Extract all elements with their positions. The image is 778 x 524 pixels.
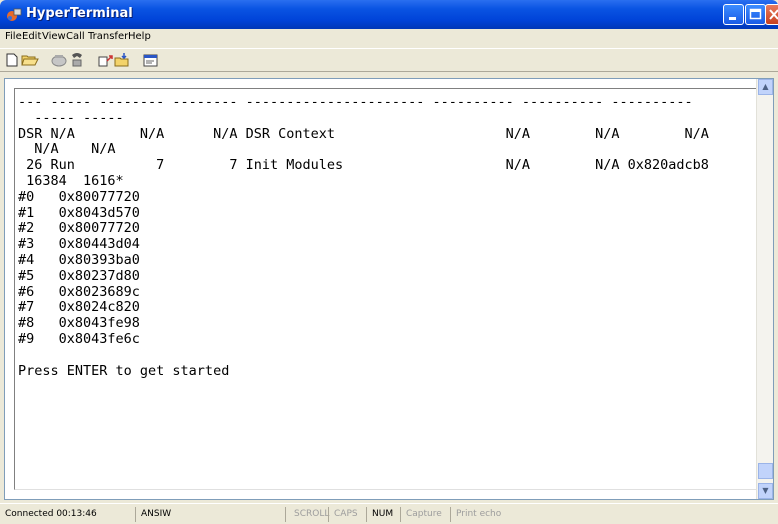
menu-bar: File Edit View Call Transfer Help (0, 29, 778, 47)
terminal-line: 16384 1616* (18, 172, 124, 189)
send-icon[interactable] (96, 52, 114, 68)
close-button[interactable] (765, 4, 778, 25)
menu-file[interactable]: File (5, 31, 22, 42)
toolbar (0, 48, 778, 72)
status-bar: Connected 00:13:46 ANSIW SCROLL CAPS NUM… (0, 503, 778, 524)
terminal-line: #0 0x80077720 (18, 188, 140, 205)
terminal-line: N/A N/A (18, 141, 116, 158)
terminal-line: #5 0x80237d80 (18, 267, 140, 284)
disconnect-icon[interactable] (68, 52, 86, 68)
terminal-line: --- ----- -------- -------- ------------… (18, 94, 693, 110)
terminal-window[interactable]: --- ----- -------- -------- ------------… (4, 78, 774, 500)
terminal-output: --- ----- -------- -------- ------------… (15, 89, 765, 379)
terminal-line: #6 0x8023689c (18, 283, 140, 300)
status-caps: CAPS (328, 507, 366, 522)
menu-transfer[interactable]: Transfer (88, 31, 128, 42)
terminal-line: #2 0x80077720 (18, 220, 140, 237)
terminal-line: DSR N/A N/A N/A DSR Context N/A N/A N/A (18, 125, 709, 142)
status-print-echo: Print echo (450, 507, 550, 522)
terminal-line: Press ENTER to get started (18, 362, 230, 379)
new-connection-icon[interactable] (3, 52, 21, 68)
call-icon[interactable] (50, 52, 68, 68)
title-bar[interactable]: HyperTerminal (0, 0, 778, 29)
maximize-button[interactable] (745, 4, 766, 25)
status-num: NUM (366, 507, 400, 522)
menu-help[interactable]: Help (128, 31, 151, 42)
terminal-line: 26 Run 7 7 Init Modules N/A N/A 0x820adc… (18, 157, 709, 174)
minimize-icon (729, 17, 736, 20)
status-emulation: ANSIW (135, 507, 205, 522)
status-spacer (205, 507, 285, 522)
terminal-line: #3 0x80443d04 (18, 236, 140, 253)
terminal-line: #9 0x8043fe6c (18, 330, 140, 347)
hyperterminal-icon (7, 8, 22, 21)
minimize-button[interactable] (723, 4, 744, 25)
scroll-up-icon[interactable]: ▲ (758, 79, 773, 95)
window-title: HyperTerminal (26, 6, 133, 21)
scroll-down-icon[interactable]: ▼ (758, 483, 773, 499)
vertical-scrollbar[interactable]: ▲ ▼ (756, 79, 773, 499)
scroll-thumb[interactable] (758, 463, 773, 479)
receive-icon[interactable] (114, 52, 132, 68)
terminal-line: #8 0x8043fe98 (18, 315, 140, 332)
menu-call[interactable]: Call (66, 31, 85, 42)
maximize-icon (749, 8, 762, 20)
close-icon (769, 9, 778, 20)
terminal-line: #4 0x80393ba0 (18, 251, 140, 268)
terminal-line: #7 0x8024c820 (18, 299, 140, 316)
menu-view[interactable]: View (42, 31, 66, 42)
open-folder-icon[interactable] (21, 52, 39, 68)
menu-edit[interactable]: Edit (22, 31, 41, 42)
terminal-line: ----- ----- (18, 109, 124, 126)
properties-icon[interactable] (142, 52, 160, 68)
terminal-screen[interactable]: --- ----- -------- -------- ------------… (14, 88, 766, 490)
terminal-line: #1 0x8043d570 (18, 204, 140, 221)
status-connection: Connected 00:13:46 (5, 509, 97, 519)
status-scroll: SCROLL (285, 507, 329, 522)
status-capture: Capture (400, 507, 450, 522)
